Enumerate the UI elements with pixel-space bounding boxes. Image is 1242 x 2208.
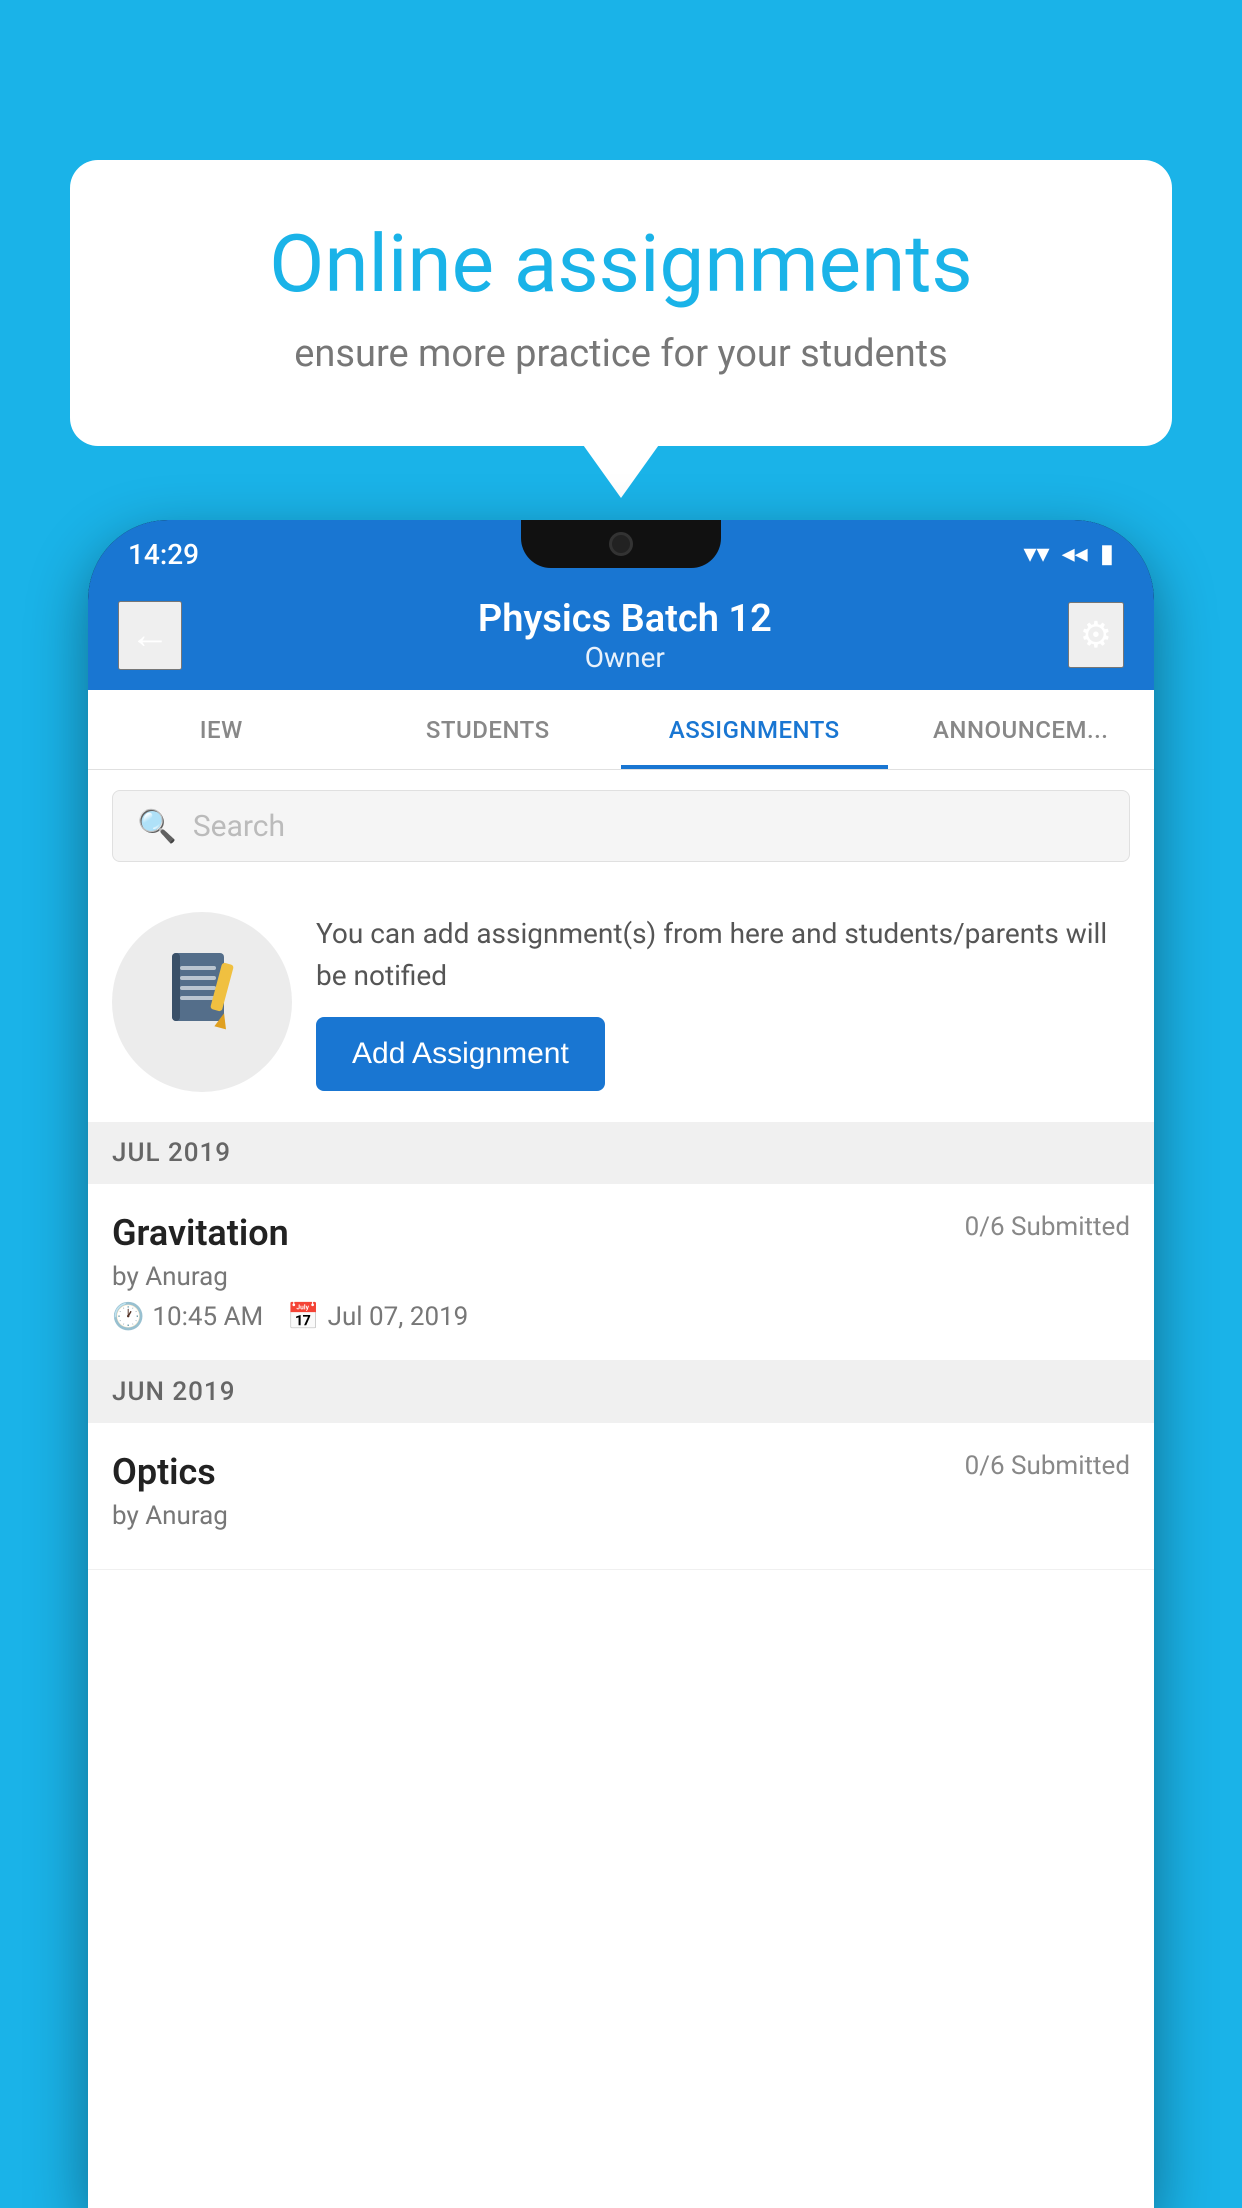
phone-notch (521, 520, 721, 568)
front-camera (609, 532, 633, 556)
assignment-item-gravitation[interactable]: Gravitation 0/6 Submitted by Anurag 🕐 10… (88, 1184, 1154, 1361)
search-placeholder: Search (193, 809, 285, 844)
content-area: 🔍 Search (88, 770, 1154, 2208)
assignment-by-optics: by Anurag (112, 1501, 1130, 1531)
tab-announcements[interactable]: ANNOUNCEM... (888, 690, 1155, 769)
signal-icon: ◂◂ (1062, 539, 1088, 569)
assignment-time: 🕐 10:45 AM (112, 1302, 263, 1332)
promo-section: You can add assignment(s) from here and … (88, 882, 1154, 1122)
clock-icon: 🕐 (112, 1302, 144, 1332)
wifi-icon: ▾▾ (1023, 539, 1049, 569)
section-header-jul: JUL 2019 (88, 1122, 1154, 1184)
promo-right: You can add assignment(s) from here and … (316, 913, 1130, 1091)
notebook-icon (162, 948, 242, 1056)
status-icons: ▾▾ ◂◂ ▮ (1023, 539, 1114, 569)
app-bar-subtitle: Owner (182, 641, 1068, 674)
back-button[interactable]: ← (118, 601, 182, 670)
assignment-item-optics[interactable]: Optics 0/6 Submitted by Anurag (88, 1423, 1154, 1570)
app-bar-title-group: Physics Batch 12 Owner (182, 597, 1068, 674)
assignment-date: 📅 Jul 07, 2019 (287, 1302, 468, 1332)
search-bar-container: 🔍 Search (88, 770, 1154, 882)
promo-icon-circle (112, 912, 292, 1092)
tab-assignments[interactable]: ASSIGNMENTS (621, 690, 888, 769)
app-bar: ← Physics Batch 12 Owner ⚙ (88, 580, 1154, 690)
tab-view[interactable]: IEW (88, 690, 355, 769)
status-time: 14:29 (128, 538, 199, 571)
phone-frame: 14:29 ▾▾ ◂◂ ▮ ← Physics Batch 12 Owner ⚙… (88, 520, 1154, 2208)
assignment-name: Gravitation (112, 1212, 289, 1254)
bubble-subtitle: ensure more practice for your students (150, 332, 1092, 376)
add-assignment-button[interactable]: Add Assignment (316, 1017, 605, 1091)
tab-students[interactable]: STUDENTS (355, 690, 622, 769)
section-header-jun: JUN 2019 (88, 1361, 1154, 1423)
bubble-title: Online assignments (150, 220, 1092, 308)
tab-bar: IEW STUDENTS ASSIGNMENTS ANNOUNCEM... (88, 690, 1154, 770)
calendar-icon: 📅 (287, 1302, 319, 1332)
search-icon: 🔍 (137, 807, 177, 845)
promo-description: You can add assignment(s) from here and … (316, 913, 1130, 997)
assignment-meta: 🕐 10:45 AM 📅 Jul 07, 2019 (112, 1302, 1130, 1332)
assignment-submitted: 0/6 Submitted (965, 1212, 1130, 1242)
assignment-name-optics: Optics (112, 1451, 216, 1493)
settings-button[interactable]: ⚙ (1068, 602, 1124, 668)
assignment-submitted-optics: 0/6 Submitted (965, 1451, 1130, 1481)
speech-bubble-card: Online assignments ensure more practice … (70, 160, 1172, 446)
battery-icon: ▮ (1100, 539, 1114, 569)
search-input-wrapper[interactable]: 🔍 Search (112, 790, 1130, 862)
app-bar-title: Physics Batch 12 (182, 597, 1068, 641)
assignment-by: by Anurag (112, 1262, 1130, 1292)
